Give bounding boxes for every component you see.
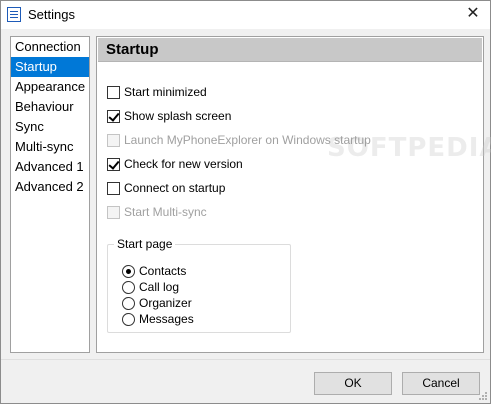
start-page-contacts-radio[interactable]: Contacts <box>122 263 186 279</box>
radio-label: Messages <box>139 312 194 326</box>
ok-button[interactable]: OK <box>314 372 392 395</box>
checkbox-box[interactable] <box>107 85 120 99</box>
checkbox-box[interactable] <box>107 181 120 195</box>
radio-button[interactable] <box>122 312 135 326</box>
dialog-footer: OK Cancel <box>1 359 490 403</box>
sidebar-item-advanced-2[interactable]: Advanced 2 <box>11 177 89 197</box>
start-page-call-log-radio[interactable]: Call log <box>122 279 179 295</box>
checkbox-box[interactable] <box>107 109 120 123</box>
resize-grip-icon[interactable] <box>478 391 488 401</box>
sidebar-item-startup[interactable]: Startup <box>11 57 89 77</box>
start-page-group: Start page Contacts Call log Organizer M… <box>107 237 291 333</box>
radio-button[interactable] <box>122 264 135 278</box>
section-header: Startup <box>98 38 482 62</box>
start-minimized-checkbox[interactable]: Start minimized <box>107 84 207 100</box>
checkbox-box <box>107 205 120 219</box>
checkbox-box[interactable] <box>107 157 120 171</box>
sidebar-item-sync[interactable]: Sync <box>11 117 89 137</box>
settings-window-icon <box>7 7 21 22</box>
check-for-new-version-checkbox[interactable]: Check for new version <box>107 156 243 172</box>
start-page-messages-radio[interactable]: Messages <box>122 311 194 327</box>
sidebar-item-behaviour[interactable]: Behaviour <box>11 97 89 117</box>
dialog-body: Connection Startup Appearance Behaviour … <box>1 29 491 403</box>
radio-label: Organizer <box>139 296 192 310</box>
launch-on-windows-startup-checkbox: Launch MyPhoneExplorer on Windows startu… <box>107 132 371 148</box>
window-title: Settings <box>28 7 75 22</box>
radio-button[interactable] <box>122 296 135 310</box>
checkbox-label: Launch MyPhoneExplorer on Windows startu… <box>124 133 371 147</box>
cancel-button[interactable]: Cancel <box>402 372 480 395</box>
close-icon[interactable]: ✕ <box>456 1 490 29</box>
checkbox-box <box>107 133 120 147</box>
start-page-organizer-radio[interactable]: Organizer <box>122 295 192 311</box>
checkbox-label: Check for new version <box>124 157 243 171</box>
show-splash-screen-checkbox[interactable]: Show splash screen <box>107 108 231 124</box>
checkbox-label: Connect on startup <box>124 181 226 195</box>
start-page-label: Start page <box>114 237 176 251</box>
startup-panel: Startup SOFTPEDIA Start minimized Show s… <box>96 36 491 353</box>
radio-label: Contacts <box>139 264 187 278</box>
start-multi-sync-checkbox: Start Multi-sync <box>107 204 207 220</box>
title-bar[interactable]: Settings ✕ <box>1 1 490 29</box>
sidebar-item-connection[interactable]: Connection <box>11 37 89 57</box>
settings-window: Settings ✕ Connection Startup Appearance… <box>0 0 491 404</box>
checkbox-label: Start Multi-sync <box>124 205 207 219</box>
sidebar-item-appearance[interactable]: Appearance <box>11 77 89 97</box>
radio-button[interactable] <box>122 280 135 294</box>
sidebar-item-advanced-1[interactable]: Advanced 1 <box>11 157 89 177</box>
radio-label: Call log <box>139 280 180 294</box>
checkbox-label: Start minimized <box>124 85 207 99</box>
section-title: Startup <box>106 41 159 58</box>
settings-category-list[interactable]: Connection Startup Appearance Behaviour … <box>10 36 90 353</box>
connect-on-startup-checkbox[interactable]: Connect on startup <box>107 180 225 196</box>
sidebar-item-multi-sync[interactable]: Multi-sync <box>11 137 89 157</box>
checkbox-label: Show splash screen <box>124 109 232 123</box>
